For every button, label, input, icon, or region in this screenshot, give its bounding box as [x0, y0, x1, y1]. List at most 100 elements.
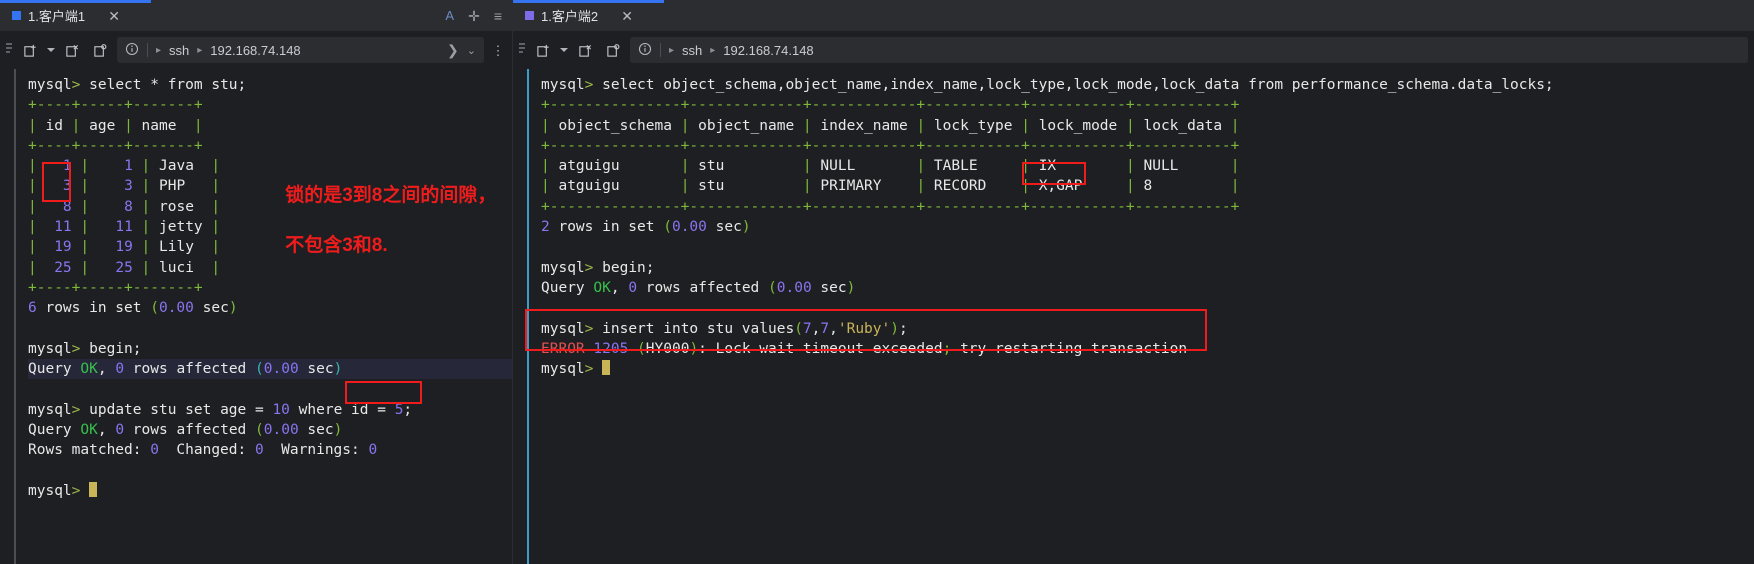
terminal-line: ERROR 1205 (HY000): Lock wait timeout ex…: [541, 339, 1754, 359]
options-menu-icon[interactable]: ≡: [494, 9, 502, 23]
new-tab-icon[interactable]: [532, 39, 554, 61]
chevron-down-icon[interactable]: [560, 48, 568, 52]
info-icon[interactable]: [638, 42, 652, 59]
terminal-text: ;: [898, 320, 908, 337]
close-icon[interactable]: ✕: [106, 8, 122, 24]
terminal-text: |: [541, 117, 559, 134]
terminal-text: 'Ruby': [837, 320, 891, 337]
terminal-text: |: [71, 198, 98, 215]
terminal-text: +---------------+-------------+---------…: [541, 97, 1240, 114]
terminal-text: >: [584, 77, 603, 93]
restart-tab-icon[interactable]: [602, 39, 624, 61]
terminal-text: : Lock wait timeout exceeded: [698, 340, 943, 357]
terminal-text: |: [71, 259, 98, 276]
terminal-line: | atguigu | stu | PRIMARY | RECORD | X,G…: [541, 176, 1754, 196]
terminal-text: ;: [942, 340, 961, 357]
terminal-text: NULL: [1143, 158, 1223, 175]
address-bar-right[interactable]: ▸ ssh ▸ 192.168.74.148: [630, 37, 1748, 63]
terminal-text: rows affected: [124, 422, 256, 439]
terminal-output-right[interactable]: mysql> select object_schema,object_name,…: [513, 69, 1754, 564]
terminal-text: |: [1222, 178, 1240, 195]
restart-tab-icon[interactable]: [89, 39, 111, 61]
tab-client1[interactable]: 1.客户端1 ✕: [0, 0, 130, 31]
terminal-text: (: [628, 340, 646, 357]
terminal-text: Java: [159, 158, 194, 175]
terminal-text: ): [333, 422, 343, 439]
terminal-text: 19: [97, 239, 133, 256]
terminal-lines-right: mysql> select object_schema,object_name,…: [513, 75, 1754, 379]
terminal-text: PRIMARY: [820, 178, 908, 195]
terminal-text: mysql: [28, 482, 72, 499]
info-icon[interactable]: [125, 42, 139, 59]
terminal-text: |: [132, 178, 159, 195]
terminal-app-window: 1.客户端1 ✕ A ✛ ≡ ▸ ssh ▸ 192.168.74.148 ❯ …: [0, 0, 1754, 564]
address-bar-left[interactable]: ▸ ssh ▸ 192.168.74.148 ❯ ⌄: [117, 37, 484, 63]
more-options-icon[interactable]: ⋮: [490, 44, 506, 57]
terminal-text: |: [28, 259, 46, 276]
terminal-text: mysql: [541, 361, 585, 378]
chevron-right-icon[interactable]: ❯: [447, 42, 459, 59]
terminal-text: OK: [593, 279, 611, 296]
terminal-text: 0.00: [671, 219, 707, 236]
breadcrumb-arrow-icon: ▸: [669, 44, 675, 56]
toolbar-right: ▸ ssh ▸ 192.168.74.148: [513, 31, 1754, 69]
terminal-text: name: [141, 117, 177, 134]
terminal-text: 0.00: [776, 279, 812, 296]
toolbar-left: ▸ ssh ▸ 192.168.74.148 ❯ ⌄ ⋮: [0, 31, 512, 69]
terminal-text: mysql: [541, 320, 585, 337]
terminal-text: |: [671, 158, 699, 175]
terminal-line: Query OK, 0 rows affected (0.00 sec): [541, 278, 1754, 298]
terminal-lines-left: mysql> select * from stu; +----+-----+---…: [0, 75, 512, 501]
new-tab-icon[interactable]: [19, 39, 41, 61]
terminal-line: Query OK, 0 rows affected (0.00 sec): [28, 359, 512, 380]
drag-grip-icon[interactable]: [6, 41, 13, 59]
divider: [147, 43, 148, 57]
terminal-text: ,: [97, 422, 116, 439]
terminal-text: select * from stu;: [89, 77, 247, 93]
font-size-icon[interactable]: A: [445, 9, 454, 22]
host-label: 192.168.74.148: [723, 42, 814, 58]
terminal-text: (: [794, 320, 803, 337]
terminal-text: |: [132, 219, 159, 236]
terminal-text: >: [71, 482, 90, 499]
terminal-text: |: [71, 219, 98, 236]
terminal-text: 1205: [593, 340, 629, 357]
terminal-text: ): [846, 279, 856, 296]
terminal-text: >: [584, 259, 603, 276]
terminal-text: update stu set age =: [89, 401, 273, 418]
terminal-text: |: [132, 198, 159, 215]
terminal-pane-left: 1.客户端1 ✕ A ✛ ≡ ▸ ssh ▸ 192.168.74.148 ❯ …: [0, 0, 513, 564]
close-icon[interactable]: ✕: [619, 8, 635, 24]
terminal-text: |: [794, 158, 821, 175]
terminal-text: rows affected: [637, 279, 769, 296]
terminal-text: select object_schema,object_name,index_n…: [602, 77, 1554, 93]
terminal-text: X,GAP: [1038, 178, 1118, 195]
terminal-text: rows in set: [36, 300, 151, 317]
terminal-text: mysql: [541, 77, 585, 93]
terminal-text: |: [176, 117, 203, 134]
terminal-text: |: [671, 117, 699, 134]
terminal-text: +---------------+-------------+---------…: [541, 198, 1240, 215]
terminal-text: mysql: [28, 77, 72, 93]
terminal-text: rows in set: [549, 219, 664, 236]
terminal-text: >: [71, 77, 90, 93]
tab-client2[interactable]: 1.客户端2 ✕: [513, 0, 643, 31]
terminal-text: ;: [403, 401, 413, 418]
terminal-left-rail: [14, 69, 16, 564]
close-tab-icon[interactable]: [61, 39, 83, 61]
terminal-text: (: [663, 219, 672, 236]
terminal-output-left[interactable]: mysql> select * from stu; +----+-----+---…: [0, 69, 512, 564]
terminal-line: | id | age | name |: [28, 116, 512, 136]
drag-grip-icon[interactable]: [519, 41, 526, 59]
terminal-line: mysql> insert into stu values(7,7,'Ruby'…: [541, 319, 1754, 339]
chevron-down-icon[interactable]: [47, 48, 55, 52]
terminal-cursor: [89, 481, 98, 497]
terminal-text: +----+-----+-------+: [28, 279, 203, 296]
address-dropdown-icon[interactable]: ⌄: [467, 44, 476, 57]
terminal-text: (: [255, 422, 264, 439]
close-tab-icon[interactable]: [574, 39, 596, 61]
terminal-text: mysql: [28, 401, 72, 418]
new-session-icon[interactable]: ✛: [468, 9, 480, 23]
terminal-text: 0: [115, 361, 125, 378]
terminal-text: OK: [80, 361, 98, 378]
